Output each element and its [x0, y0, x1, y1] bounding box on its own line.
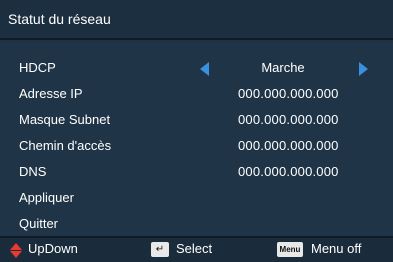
menu-item-label: Quitter	[19, 216, 59, 231]
menu-item-label: Adresse IP	[19, 86, 83, 101]
title-bar: Statut du réseau	[0, 0, 393, 40]
gateway-value: 000.000.000.000	[238, 138, 339, 153]
footer-help-bar: UpDown ↵ Select Menu Menu off	[0, 236, 393, 262]
menu-key-icon: Menu	[277, 242, 303, 257]
menu-item-dns[interactable]: DNS 000.000.000.000	[0, 160, 393, 184]
updown-label: UpDown	[28, 241, 78, 256]
menu-item-label: Masque Subnet	[19, 112, 111, 127]
menu-item-label: Appliquer	[19, 190, 74, 205]
updown-icon	[10, 243, 22, 259]
osd-menu: HDCP Marche Adresse IP 000.000.000.000 M…	[0, 42, 393, 236]
hdcp-value: Marche	[261, 60, 305, 75]
arrow-right-icon[interactable]	[359, 62, 368, 76]
menu-item-quit[interactable]: Quitter	[0, 212, 393, 236]
enter-key-icon: ↵	[151, 242, 169, 257]
menu-item-apply[interactable]: Appliquer	[0, 186, 393, 210]
page-title: Statut du réseau	[8, 11, 111, 27]
menu-item-hdcp[interactable]: HDCP Marche	[0, 56, 393, 80]
menu-item-label: DNS	[19, 164, 47, 179]
dns-value: 000.000.000.000	[238, 164, 339, 179]
menu-item-label: HDCP	[19, 60, 56, 75]
menu-off-label: Menu off	[311, 241, 362, 256]
menu-item-label: Chemin d'accès	[19, 138, 112, 153]
menu-item-ip-address[interactable]: Adresse IP 000.000.000.000	[0, 82, 393, 106]
menu-item-gateway[interactable]: Chemin d'accès 000.000.000.000	[0, 134, 393, 158]
ip-address-value: 000.000.000.000	[238, 86, 339, 101]
menu-item-subnet-mask[interactable]: Masque Subnet 000.000.000.000	[0, 108, 393, 132]
subnet-mask-value: 000.000.000.000	[238, 112, 339, 127]
select-label: Select	[176, 241, 213, 256]
arrow-left-icon[interactable]	[200, 62, 209, 76]
